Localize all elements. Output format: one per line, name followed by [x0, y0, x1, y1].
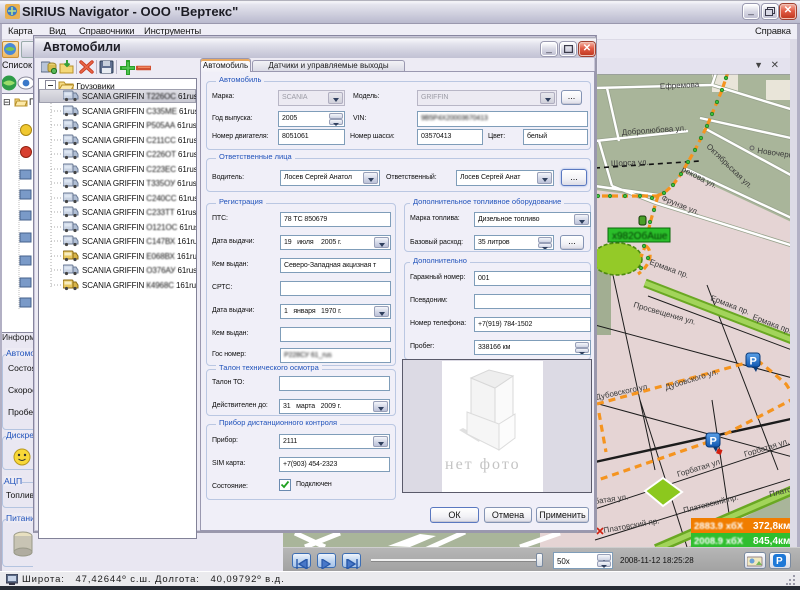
- svg-text:2008.9 хбХ: 2008.9 хбХ: [694, 536, 744, 547]
- svg-text:Щорса ул.: Щорса ул.: [611, 158, 649, 168]
- svg-text:845,4км: 845,4км: [753, 536, 790, 547]
- svg-text:P: P: [750, 356, 757, 368]
- svg-text:2883.9 хбХ: 2883.9 хбХ: [694, 521, 744, 532]
- svg-text:372,8км: 372,8км: [753, 521, 790, 532]
- svg-text:P: P: [776, 556, 783, 567]
- svg-text:х982ОбАше: х982ОбАше: [612, 230, 668, 242]
- svg-text:P: P: [710, 436, 717, 448]
